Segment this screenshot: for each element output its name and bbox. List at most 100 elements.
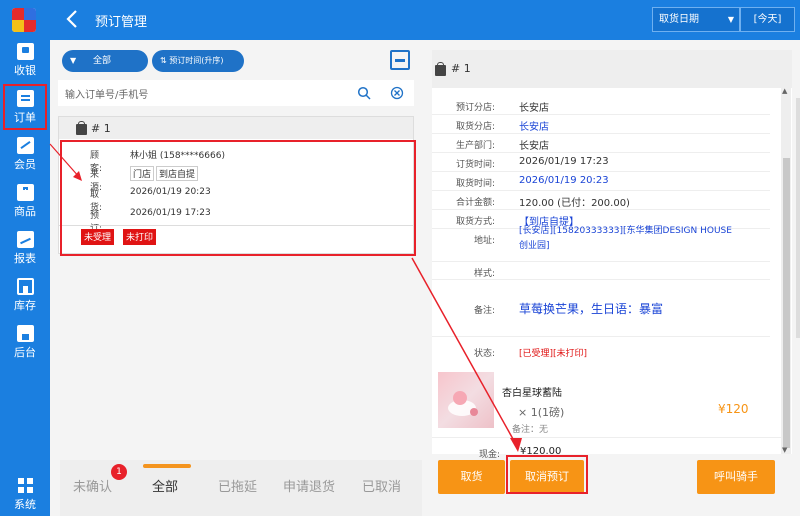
sidebar-item-inventory[interactable]: 库存 bbox=[0, 275, 50, 321]
product-note: 备注：无 bbox=[512, 425, 549, 435]
divider bbox=[432, 437, 781, 438]
chart-icon bbox=[16, 231, 34, 248]
product-name: 杏白星球蓄陆 bbox=[502, 388, 562, 399]
detail-row: 预订分店: 长安店 bbox=[432, 96, 770, 115]
bag-icon bbox=[76, 121, 87, 135]
sidebar-item-label: 报表 bbox=[14, 252, 36, 265]
order-card-header: # 1 bbox=[59, 117, 413, 139]
sidebar-item-label: 后台 bbox=[14, 346, 36, 359]
product-qty: × 1(1磅) bbox=[518, 406, 565, 419]
scroll-down-icon[interactable]: ▼ bbox=[782, 446, 787, 454]
detail-row-note: 备注: 草莓换芒果，生日语：暴富 bbox=[432, 280, 770, 337]
app-logo bbox=[12, 8, 36, 32]
pickup-button[interactable]: 取货 bbox=[438, 460, 505, 494]
detail-row-value: 2026/01/19 20:23 bbox=[519, 175, 609, 186]
call-rider-button[interactable]: 呼叫骑手 bbox=[697, 460, 775, 494]
product-image bbox=[438, 372, 494, 428]
sidebar: 收银 订单 会员 商品 报表 库存 后台 系统 bbox=[0, 0, 50, 516]
edge-panel bbox=[796, 98, 800, 338]
detail-row-label: 合计金额: bbox=[455, 198, 495, 208]
member-icon bbox=[16, 137, 34, 154]
scrollbar-thumb[interactable] bbox=[783, 158, 790, 448]
register-icon bbox=[16, 43, 34, 60]
detail-row-value: 长安店 bbox=[519, 103, 549, 114]
goods-icon bbox=[16, 184, 34, 201]
detail-row-value: 120.00 (已付：200.00) bbox=[519, 198, 630, 209]
scroll-up-icon[interactable]: ▲ bbox=[782, 87, 787, 95]
search-icon[interactable] bbox=[357, 86, 371, 100]
store-icon bbox=[16, 325, 34, 342]
style-label: 样式: bbox=[473, 269, 495, 279]
filter-all-button[interactable]: ▼ 全部 bbox=[62, 50, 148, 72]
product-price: ¥120 bbox=[718, 402, 749, 416]
date-type-label: 取货日期 bbox=[659, 14, 699, 25]
status-tabs: 未确认 1 全部 已拖延 申请退货 已取消 bbox=[60, 460, 422, 516]
detail-order-number: # 1 bbox=[451, 62, 471, 75]
tab-cancelled[interactable]: 已取消 bbox=[362, 476, 401, 495]
search-input[interactable]: 输入订单号/手机号 bbox=[65, 86, 148, 101]
detail-row-label: 取货时间: bbox=[455, 179, 495, 189]
filter-icon: ▼ bbox=[70, 56, 77, 65]
sidebar-item-goods[interactable]: 商品 bbox=[0, 181, 50, 227]
highlight-box-sidebar bbox=[3, 84, 47, 130]
sort-button[interactable]: ⇅ 预订时间(升序) bbox=[152, 50, 244, 72]
date-value-button[interactable]: [今天] bbox=[740, 7, 795, 32]
detail-row-status: 状态: [已受理][未打印] bbox=[432, 337, 770, 365]
detail-row-label: 预订分店: bbox=[455, 103, 495, 113]
detail-scrollbar[interactable]: ▲ ▼ bbox=[781, 87, 791, 454]
note-label: 备注: bbox=[473, 306, 495, 316]
tab-all[interactable]: 全部 bbox=[152, 476, 178, 495]
detail-row-value: 长安店 bbox=[519, 141, 549, 152]
detail-row-address: 地址: [长安店][15820333333][东华集团DESIGN HOUSE … bbox=[432, 220, 770, 262]
highlight-box-cancel bbox=[506, 455, 588, 494]
order-number: # 1 bbox=[91, 122, 111, 135]
detail-row-value: 长安店 bbox=[519, 122, 549, 133]
clear-icon[interactable] bbox=[390, 86, 404, 100]
address-value-line2: 创业园] bbox=[519, 241, 550, 251]
cash-label: 现金: bbox=[479, 450, 501, 460]
sidebar-item-reports[interactable]: 报表 bbox=[0, 228, 50, 274]
warehouse-icon bbox=[16, 278, 34, 295]
detail-row-value: 2026/01/19 17:23 bbox=[519, 156, 609, 167]
tab-unconfirmed[interactable]: 未确认 bbox=[73, 476, 112, 495]
detail-row: 取货时间: 2026/01/19 20:23 bbox=[432, 172, 770, 191]
order-detail-card: # 1 预订分店: 长安店 取货分店: 长安店 生产部门: 长安店 订货时间: 2026/01… bbox=[432, 50, 792, 460]
order-detail-panel: # 1 预订分店: 长安店 取货分店: 长安店 生产部门: 长安店 订货时间: 2026/01… bbox=[422, 40, 800, 516]
sidebar-item-label: 系统 bbox=[14, 498, 36, 511]
cake-icon bbox=[448, 391, 478, 416]
detail-row-label: 生产部门: bbox=[455, 141, 495, 151]
sidebar-item-label: 商品 bbox=[14, 205, 36, 218]
detail-row-style: 样式: bbox=[432, 262, 770, 280]
active-tab-indicator bbox=[143, 464, 191, 468]
order-list-panel: ▼ 全部 ⇅ 预订时间(升序) 输入订单号/手机号 # 1 顾客: 林小姐 (1… bbox=[50, 40, 422, 516]
sidebar-item-register[interactable]: 收银 bbox=[0, 40, 50, 86]
detail-row: 订货时间: 2026/01/19 17:23 bbox=[432, 153, 770, 172]
header-bar: 预订管理 取货日期 ▼ [今天] bbox=[50, 0, 800, 40]
detail-row-label: 取货分店: bbox=[455, 122, 495, 132]
tab-refund[interactable]: 申请退货 bbox=[283, 476, 335, 495]
chevron-down-icon: ▼ bbox=[727, 15, 734, 24]
app-window: 收银 订单 会员 商品 报表 库存 后台 系统 预订管理 取货日期 ▼ [今天]… bbox=[0, 0, 800, 516]
status-value: [已受理][未打印] bbox=[519, 349, 588, 359]
page-title: 预订管理 bbox=[95, 15, 148, 30]
note-value: 草莓换芒果，生日语：暴富 bbox=[519, 302, 664, 316]
sort-icon: ⇅ bbox=[160, 56, 167, 65]
address-value-line1: [长安店][15820333333][东华集团DESIGN HOUSE bbox=[519, 226, 732, 236]
search-field[interactable]: 输入订单号/手机号 bbox=[58, 80, 414, 106]
sort-label: 预订时间(升序) bbox=[169, 56, 224, 65]
detail-row: 生产部门: 长安店 bbox=[432, 134, 770, 153]
scan-icon[interactable] bbox=[390, 50, 410, 70]
tab-delayed[interactable]: 已拖延 bbox=[218, 476, 257, 495]
sidebar-item-members[interactable]: 会员 bbox=[0, 134, 50, 180]
sidebar-item-label: 库存 bbox=[14, 299, 36, 312]
date-type-select[interactable]: 取货日期 ▼ bbox=[652, 7, 740, 32]
sidebar-item-system[interactable]: 系统 bbox=[0, 474, 50, 516]
detail-header: # 1 bbox=[432, 50, 792, 88]
back-arrow-icon[interactable] bbox=[65, 9, 79, 29]
sidebar-item-backend[interactable]: 后台 bbox=[0, 322, 50, 368]
detail-row: 取货分店: 长安店 bbox=[432, 115, 770, 134]
highlight-box-order bbox=[60, 140, 416, 256]
address-label: 地址: bbox=[473, 236, 495, 246]
unconfirmed-count-badge: 1 bbox=[111, 464, 127, 480]
status-label: 状态: bbox=[473, 349, 495, 359]
